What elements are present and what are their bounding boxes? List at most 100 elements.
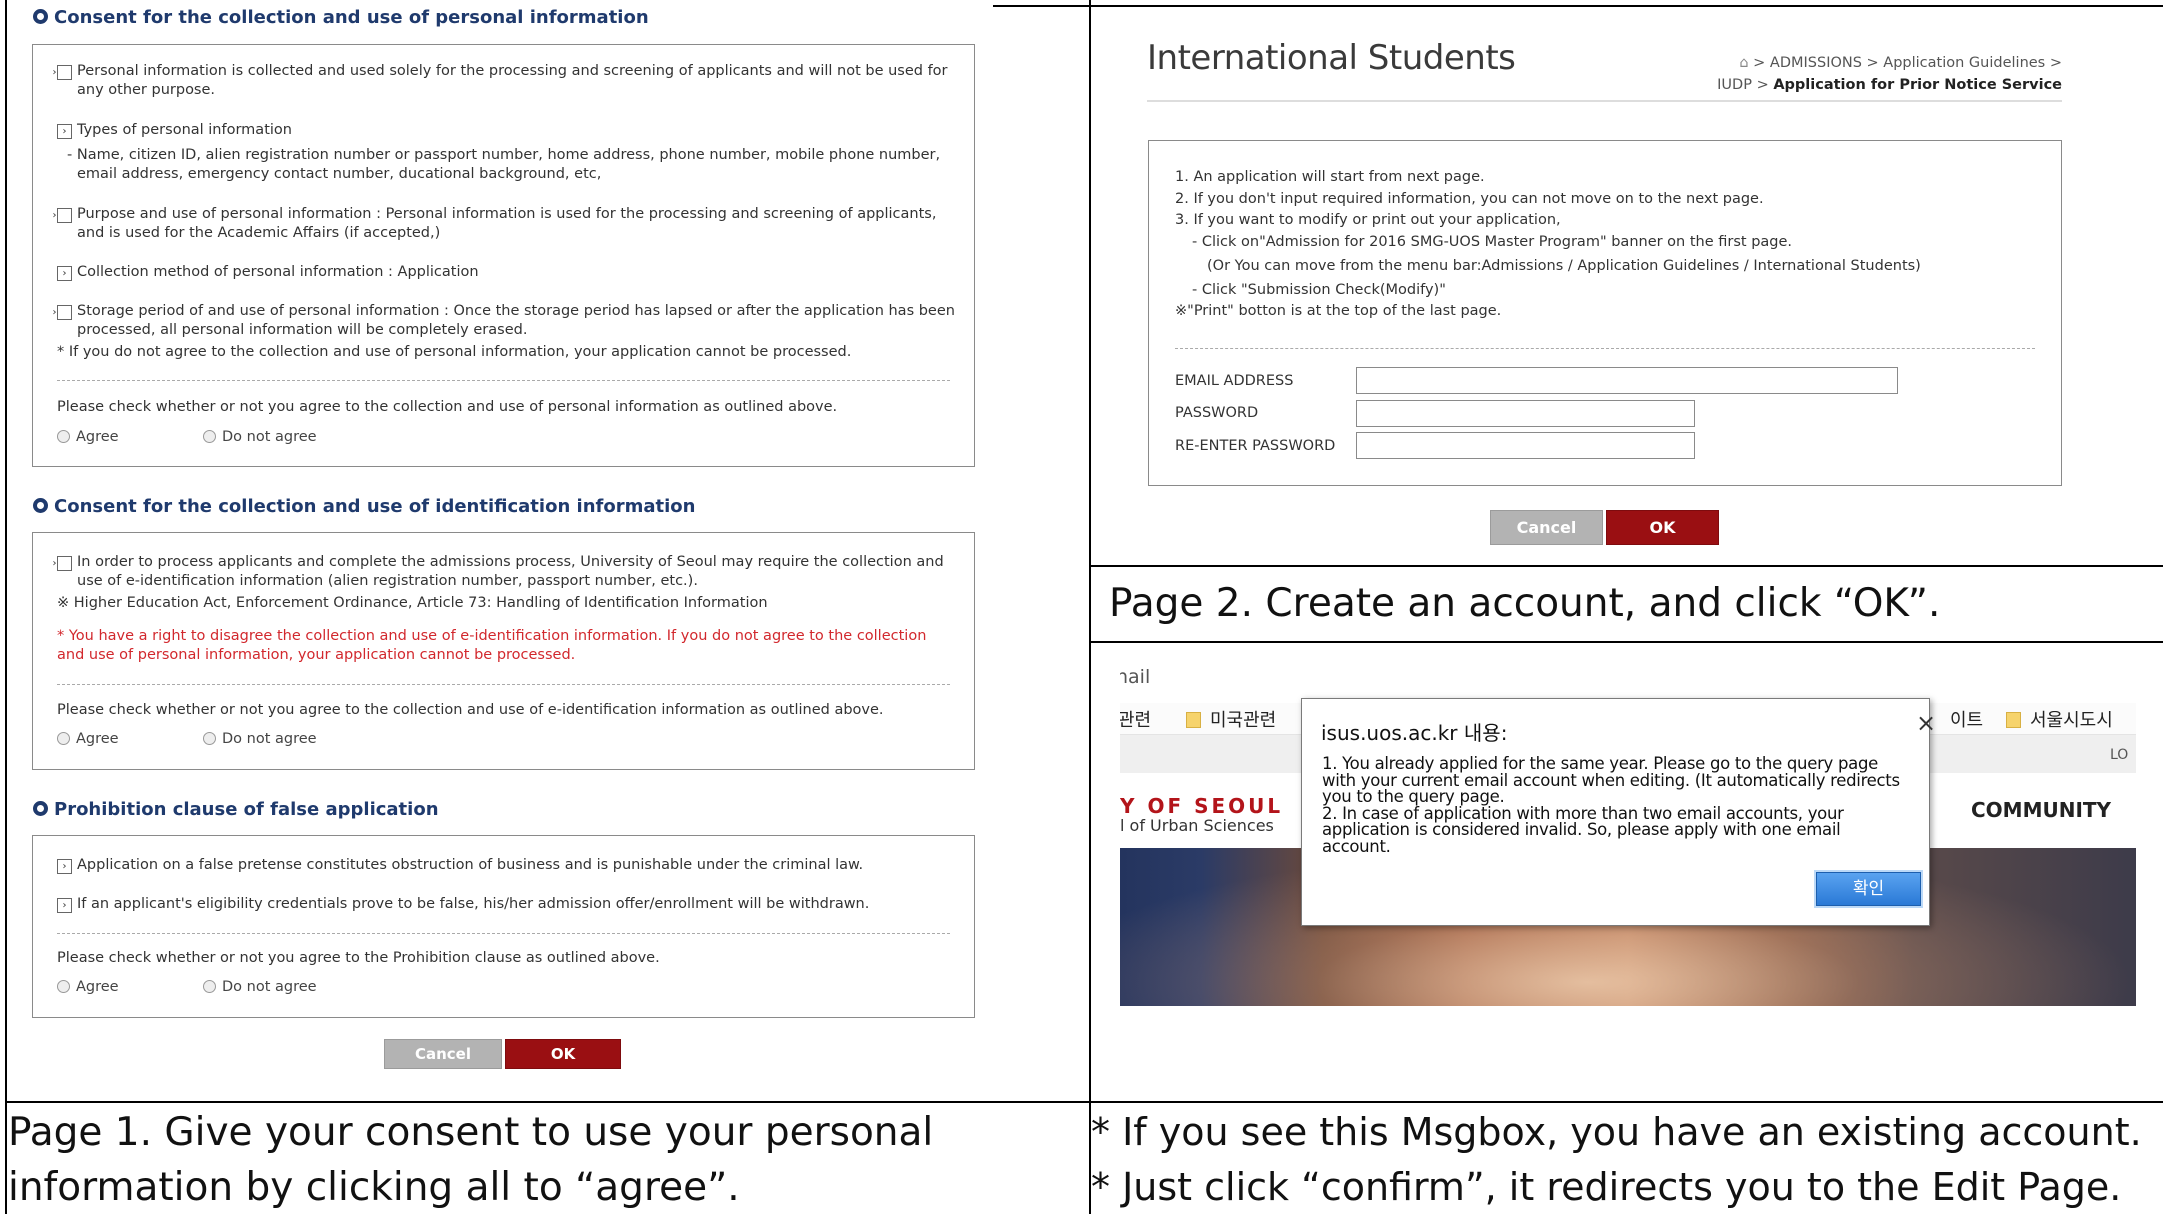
password-field[interactable] [1356, 400, 1695, 427]
section-bullet-icon [33, 9, 48, 24]
confirm-button[interactable]: 확인 [1816, 872, 1921, 906]
divider [57, 933, 950, 934]
cancel-button[interactable]: Cancel [384, 1039, 502, 1069]
arrow-right-icon: › [53, 208, 72, 223]
bookmark-item[interactable]: 이트 [1950, 706, 1983, 732]
consent-item: › Personal information is collected and u… [52, 63, 948, 98]
disagree-radio-personal[interactable]: Do not agree [203, 429, 317, 445]
reenter-password-label: RE-ENTER PASSWORD [1175, 438, 1336, 454]
instructions: 1. An application will start from next p… [1175, 167, 1921, 323]
section-title-identification: Consent for the collection and use of id… [33, 496, 695, 517]
breadcrumb-line2: IUDP > Application for Prior Notice Serv… [1717, 77, 2062, 93]
instruction-line: - Click on"Admission for 2016 SMG-UOS Ma… [1192, 233, 1793, 250]
arrow-right-icon: › [57, 124, 72, 139]
ok-button[interactable]: OK [505, 1039, 621, 1069]
consent-item: › If an applicant's eligibility credentia… [57, 895, 962, 914]
disagree-radio-prohibition[interactable]: Do not agree [203, 979, 317, 995]
consent-item: › Collection method of personal informati… [57, 263, 957, 282]
consent-sub-item: - Name, citizen ID, alien registration n… [67, 147, 941, 182]
frame-bottom-right [1089, 1101, 2163, 1103]
arrow-right-icon: › [53, 556, 72, 571]
consent-item: › Application on a false pretense constit… [57, 856, 962, 875]
consent-question: Please check whether or not you agree to… [57, 399, 838, 415]
msgbox-caption-line2: * Just click “confirm”, it redirects you… [1091, 1165, 2122, 1209]
instruction-line: - Click "Submission Check(Modify)" [1192, 281, 1446, 298]
radio-circle-icon [57, 732, 70, 745]
title-underline [1147, 100, 2062, 102]
university-name: Y OF SEOUL [1120, 794, 1284, 818]
agree-radio-identification[interactable]: Agree [57, 731, 119, 747]
university-subtitle: l of Urban Sciences [1120, 816, 1274, 835]
radio-circle-icon [203, 732, 216, 745]
instruction-line: 2. If you don't input required informati… [1175, 190, 1764, 207]
cancel-button[interactable]: Cancel [1490, 510, 1603, 545]
address-bar-fragment: nail [1120, 666, 1151, 688]
ok-button[interactable]: OK [1606, 510, 1719, 545]
radio-circle-icon [203, 430, 216, 443]
frame-bottom-left [5, 1101, 1091, 1103]
instruction-line: (Or You can move from the menu bar:Admis… [1207, 258, 1921, 274]
dialog-line: application is considered invalid. So, p… [1322, 820, 1841, 839]
bookmark-item[interactable]: 관련 [1120, 706, 1151, 732]
arrow-right-icon: › [57, 266, 72, 281]
reenter-password-field[interactable] [1356, 432, 1695, 459]
page2-caption: Page 2. Create an account, and click “OK… [1109, 581, 1941, 626]
consent-item: › Storage period of and use of personal i… [52, 303, 955, 338]
agree-radio-personal[interactable]: Agree [57, 429, 119, 445]
arrow-right-icon: › [57, 859, 72, 874]
message-box: isus.uos.ac.kr 내용: × 1. You already appl… [1301, 698, 1936, 926]
close-icon[interactable]: × [1916, 711, 1936, 735]
nav-community[interactable]: COMMUNITY [1971, 798, 2111, 822]
consent-item: › In order to process applicants and comp… [52, 554, 944, 589]
consent-warning: * You have a right to disagree the colle… [57, 628, 927, 663]
prohibition-box: › Application on a false pretense constit… [32, 835, 975, 1018]
section-title-personal: Consent for the collection and use of pe… [33, 7, 649, 28]
bookmark-item[interactable]: 서울시도시 [2006, 706, 2113, 732]
agree-radio-prohibition[interactable]: Agree [57, 979, 119, 995]
dialog-title: isus.uos.ac.kr 내용: [1321, 721, 1508, 745]
frame-left [5, 0, 7, 1214]
frame-right-mid2 [1089, 641, 2163, 643]
divider [1175, 348, 2035, 349]
email-field[interactable] [1356, 367, 1898, 394]
bookmark-item[interactable]: 미국관련 [1186, 706, 1276, 732]
arrow-right-icon: › [53, 305, 72, 320]
consent-law-ref: ※ Higher Education Act, Enforcement Ordi… [57, 595, 768, 611]
home-icon[interactable]: ⌂ [1739, 55, 1753, 71]
frame-middle [1089, 0, 1091, 1214]
breadcrumb: ⌂ > ADMISSIONS > Application Guidelines … [1600, 52, 2062, 96]
consent-note: * If you do not agree to the collection … [57, 344, 852, 360]
consent-item: › Types of personal information [57, 121, 957, 140]
arrow-right-icon: › [57, 898, 72, 913]
email-label: EMAIL ADDRESS [1175, 373, 1294, 389]
divider [57, 684, 950, 685]
instruction-line: 3. If you want to modify or print out yo… [1175, 212, 1561, 228]
page1-caption-line2: information by clicking all to “agree”. [8, 1165, 740, 1210]
password-label: PASSWORD [1175, 405, 1259, 421]
consent-question: Please check whether or not you agree to… [57, 950, 660, 966]
radio-circle-icon [57, 430, 70, 443]
personal-info-box: › Personal information is collected and u… [32, 44, 975, 467]
msgbox-caption-line1: * If you see this Msgbox, you have an ex… [1091, 1110, 2142, 1154]
section-bullet-icon [33, 498, 48, 513]
identification-info-box: › In order to process applicants and comp… [32, 532, 975, 770]
page1-caption-line1: Page 1. Give your consent to use your pe… [8, 1110, 934, 1155]
page-title: International Students [1147, 38, 1516, 78]
consent-question: Please check whether or not you agree to… [57, 702, 884, 718]
dialog-line: account. [1322, 836, 1391, 856]
account-form-box: 1. An application will start from next p… [1148, 140, 2062, 486]
section-bullet-icon [33, 801, 48, 816]
folder-icon [1186, 712, 1201, 728]
arrow-right-icon: › [53, 65, 72, 80]
dialog-message: 1. You already applied for the same year… [1322, 755, 1922, 856]
frame-top-right [993, 5, 2163, 7]
disagree-radio-identification[interactable]: Do not agree [203, 731, 317, 747]
breadcrumb-line1: ⌂ > ADMISSIONS > Application Guidelines … [1739, 55, 2062, 71]
frame-right-mid1 [1089, 565, 2163, 567]
divider [57, 380, 950, 381]
consent-item: › Purpose and use of personal information… [52, 206, 937, 241]
folder-icon [2006, 712, 2021, 728]
instruction-line: ※"Print" botton is at the top of the las… [1175, 303, 1502, 319]
radio-circle-icon [57, 980, 70, 993]
login-link-fragment[interactable]: LO [2110, 747, 2128, 763]
